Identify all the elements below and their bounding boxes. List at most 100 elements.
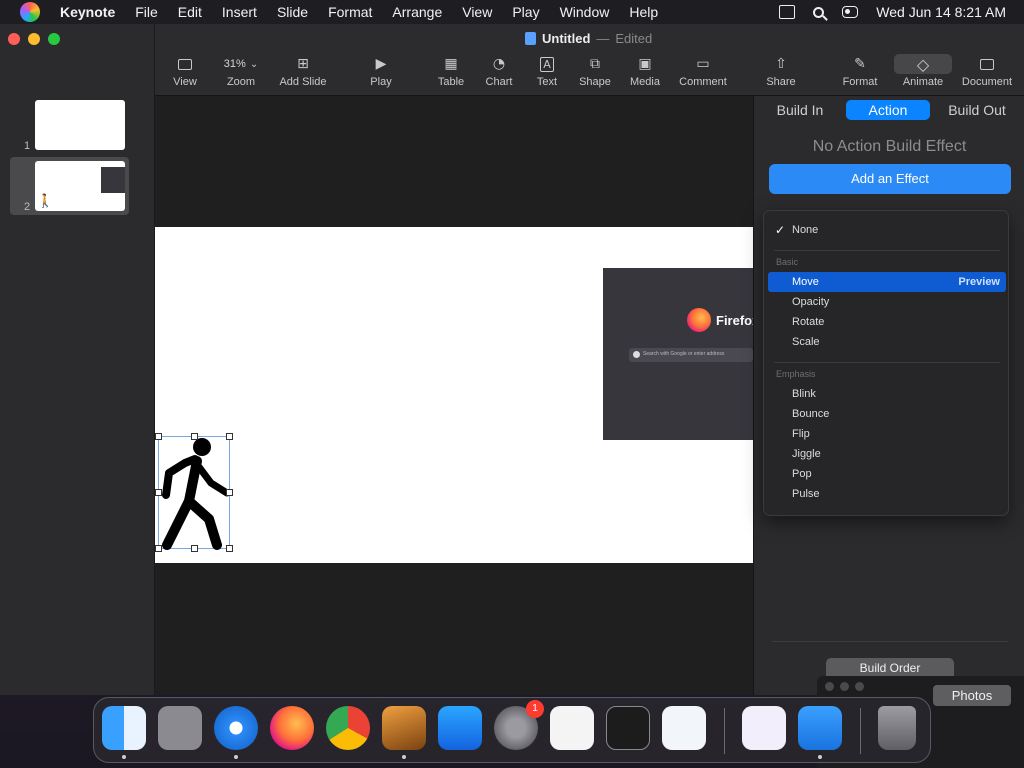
text-icon: A	[540, 56, 554, 72]
toolbar-comment-button[interactable]: ▭ Comment	[673, 54, 733, 88]
screen-mirroring-icon[interactable]	[779, 5, 796, 19]
menu-slide[interactable]: Slide	[267, 4, 318, 20]
fullscreen-window-button[interactable]	[855, 682, 864, 691]
menu-file[interactable]: File	[125, 4, 168, 20]
control-center-icon[interactable]	[842, 6, 859, 18]
firefox-search-placeholder: Search with Google or enter address	[643, 351, 725, 357]
firefox-screenshot-image[interactable]: Firefox Search with Google or enter addr…	[603, 268, 753, 440]
menu-bar-clock[interactable]: Wed Jun 14 8:21 AM	[876, 4, 1006, 20]
toolbar-label: Add Slide	[279, 76, 327, 88]
effect-opacity[interactable]: Opacity	[768, 292, 1006, 312]
share-icon: ⇧	[775, 56, 787, 72]
resize-handle[interactable]	[155, 489, 162, 496]
terminal-icon[interactable]	[606, 706, 650, 750]
document-state: Edited	[615, 31, 653, 46]
walking-figure-shape[interactable]	[155, 433, 233, 552]
toolbar-share-button[interactable]: ⇧ Share	[751, 54, 811, 88]
effect-none[interactable]: ✓ None	[768, 220, 1006, 240]
toolbar-add-slide-button[interactable]: ⊞ Add Slide	[273, 54, 333, 88]
effect-scale[interactable]: Scale	[768, 332, 1006, 352]
close-window-button[interactable]	[8, 33, 20, 45]
google-logo-icon	[633, 351, 640, 358]
tab-build-in[interactable]: Build In	[768, 100, 832, 120]
trash-icon[interactable]	[878, 706, 916, 750]
app-store-icon[interactable]	[438, 706, 482, 750]
slide-thumbnail-image: 🚶	[35, 161, 125, 211]
effect-preview-button[interactable]: Preview	[958, 272, 1000, 292]
minimize-window-button[interactable]	[840, 682, 849, 691]
menu-section-basic: Basic	[776, 257, 799, 267]
system-settings-icon[interactable]: 1	[494, 700, 544, 750]
running-indicator	[818, 755, 822, 759]
launchpad-icon[interactable]	[158, 706, 202, 750]
menu-view[interactable]: View	[452, 4, 502, 20]
slide[interactable]: Firefox Search with Google or enter addr…	[155, 227, 753, 563]
resize-handle[interactable]	[155, 433, 162, 440]
search-icon[interactable]	[813, 6, 825, 18]
menu-help[interactable]: Help	[619, 4, 668, 20]
toolbar: Untitled — Edited View 31% ⌄ Zoom ⊞ Add S…	[155, 24, 1024, 96]
toolbar-label: Zoom	[226, 76, 256, 88]
apple-menu-icon[interactable]	[20, 2, 40, 22]
toolbar-label: Animate	[902, 76, 944, 88]
toolbar-animate-button[interactable]: ◇ Animate	[893, 54, 953, 88]
walking-figure-icon: 🚶	[37, 193, 54, 208]
minimize-window-button[interactable]	[28, 33, 40, 45]
document-title[interactable]: Untitled	[542, 31, 590, 46]
resize-handle[interactable]	[191, 545, 198, 552]
safari-icon[interactable]	[214, 706, 258, 759]
menu-play[interactable]: Play	[502, 4, 549, 20]
fullscreen-window-button[interactable]	[48, 33, 60, 45]
notification-badge: 1	[526, 700, 544, 718]
resize-handle[interactable]	[155, 545, 162, 552]
slide-canvas[interactable]: Firefox Search with Google or enter addr…	[155, 96, 753, 695]
title-separator: —	[596, 31, 610, 46]
tab-action[interactable]: Action	[846, 100, 930, 120]
menu-insert[interactable]: Insert	[212, 4, 267, 20]
firefox-search-bar: Search with Google or enter address	[629, 348, 753, 362]
effect-pulse[interactable]: Pulse	[768, 484, 1006, 504]
toolbar-zoom-button[interactable]: 31% ⌄ Zoom	[211, 54, 271, 88]
slide-thumbnail-2[interactable]: 2 🚶	[10, 157, 129, 215]
menu-window[interactable]: Window	[550, 4, 620, 20]
finder-icon[interactable]	[102, 706, 146, 759]
resize-handle[interactable]	[191, 433, 198, 440]
vscode-icon[interactable]	[662, 706, 706, 750]
toolbar-format-button[interactable]: ✎ Format	[830, 54, 890, 88]
menu-app-name[interactable]: Keynote	[50, 4, 125, 20]
effect-jiggle[interactable]: Jiggle	[768, 444, 1006, 464]
toolbar-media-button[interactable]: ▣ Media	[615, 54, 675, 88]
slide-thumbnail-1[interactable]: 1	[10, 96, 129, 154]
photos-title[interactable]: Photos	[933, 685, 1011, 706]
window-controls	[825, 682, 864, 691]
menu-arrange[interactable]: Arrange	[382, 4, 452, 20]
effect-bounce[interactable]: Bounce	[768, 404, 1006, 424]
resize-handle[interactable]	[226, 545, 233, 552]
running-indicator	[234, 755, 238, 759]
effect-move[interactable]: Move Preview	[768, 272, 1006, 292]
close-window-button[interactable]	[825, 682, 834, 691]
toolbar-play-button[interactable]: ▶ Play	[351, 54, 411, 88]
tab-build-out[interactable]: Build Out	[944, 100, 1010, 120]
menu-edit[interactable]: Edit	[168, 4, 212, 20]
garageband-icon[interactable]	[382, 706, 426, 759]
visual-studio-icon[interactable]	[742, 706, 786, 750]
add-slide-icon: ⊞	[297, 56, 309, 72]
add-effect-button[interactable]: Add an Effect	[769, 164, 1011, 194]
chrome-icon[interactable]	[326, 706, 370, 750]
window-controls	[8, 33, 60, 45]
resize-handle[interactable]	[226, 489, 233, 496]
effect-rotate[interactable]: Rotate	[768, 312, 1006, 332]
document-icon	[980, 58, 994, 70]
toolbar-document-button[interactable]: Document	[957, 54, 1017, 88]
effect-pop[interactable]: Pop	[768, 464, 1006, 484]
keynote-icon[interactable]	[798, 706, 842, 759]
build-order-button[interactable]: Build Order	[826, 658, 954, 678]
effect-flip[interactable]: Flip	[768, 424, 1006, 444]
menu-format[interactable]: Format	[318, 4, 382, 20]
textedit-icon[interactable]	[550, 706, 594, 750]
firefox-icon[interactable]	[270, 706, 314, 750]
resize-handle[interactable]	[226, 433, 233, 440]
effect-blink[interactable]: Blink	[768, 384, 1006, 404]
toolbar-view-button[interactable]: View	[155, 54, 215, 88]
